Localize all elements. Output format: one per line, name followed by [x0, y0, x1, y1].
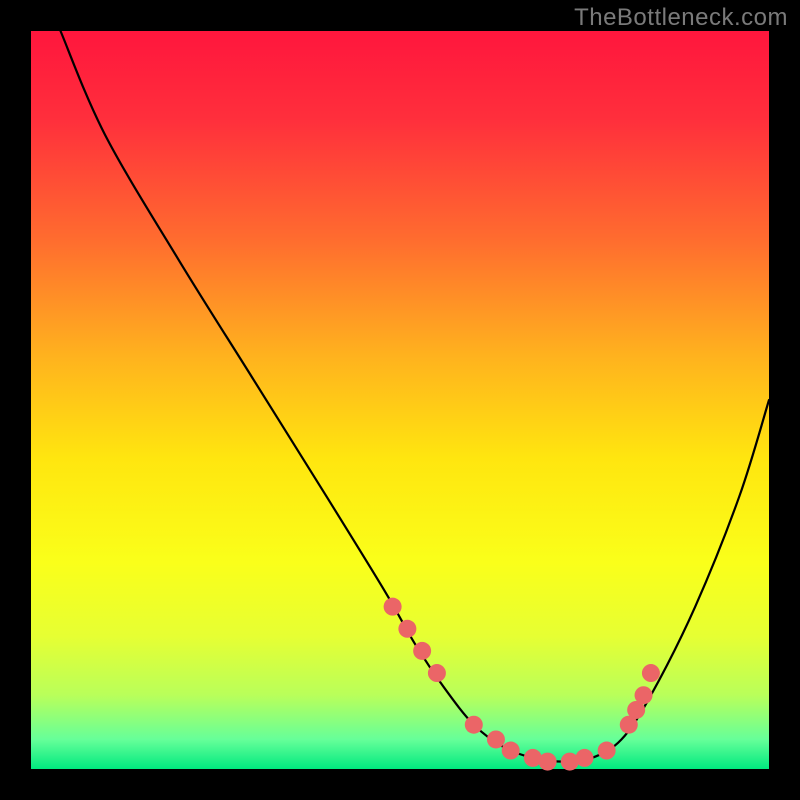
curve-marker: [598, 742, 616, 760]
curve-marker: [465, 716, 483, 734]
curve-marker: [384, 598, 402, 616]
curve-marker: [502, 742, 520, 760]
curve-marker: [428, 664, 446, 682]
curve-marker: [576, 749, 594, 767]
curve-marker: [635, 686, 653, 704]
watermark-label: TheBottleneck.com: [574, 4, 788, 32]
curve-marker: [413, 642, 431, 660]
chart-frame: TheBottleneck.com: [0, 0, 800, 800]
curve-marker: [642, 664, 660, 682]
gradient-background: [31, 31, 769, 769]
curve-marker: [539, 753, 557, 771]
curve-marker: [398, 620, 416, 638]
bottleneck-chart: [0, 0, 800, 800]
curve-marker: [487, 730, 505, 748]
